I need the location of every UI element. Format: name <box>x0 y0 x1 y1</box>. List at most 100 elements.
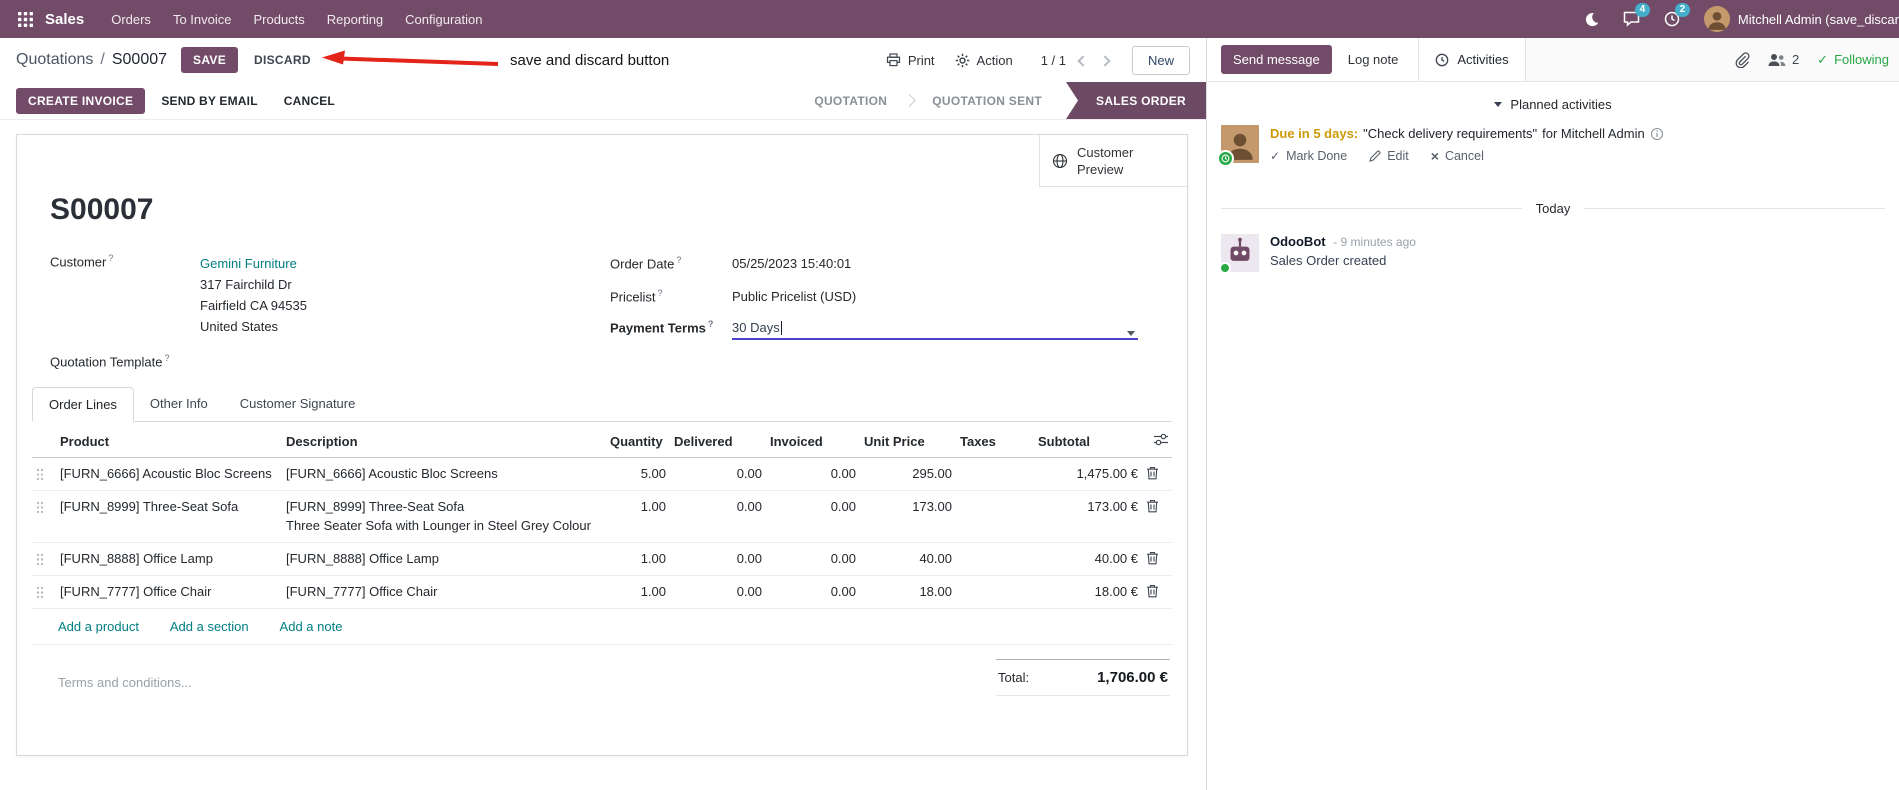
menu-configuration[interactable]: Configuration <box>394 1 493 38</box>
tab-other-info[interactable]: Other Info <box>134 387 224 421</box>
red-arrow-icon <box>322 50 499 66</box>
cell-description[interactable]: [FURN_6666] Acoustic Bloc Screens <box>282 457 606 492</box>
following-button[interactable]: ✓ Following <box>1817 52 1889 68</box>
app-name[interactable]: Sales <box>45 11 84 28</box>
user-name: Mitchell Admin (save_discar <box>1737 11 1899 27</box>
add-a-section-link[interactable]: Add a section <box>170 619 249 634</box>
cell-quantity[interactable]: 5.00 <box>606 457 670 492</box>
planned-activities-toggle[interactable]: Planned activities <box>1221 97 1885 112</box>
cell-delivered[interactable]: 0.00 <box>670 457 766 492</box>
terms-and-conditions-input[interactable]: Terms and conditions... <box>58 675 192 696</box>
info-icon[interactable] <box>1650 127 1664 141</box>
menu-products[interactable]: Products <box>242 1 315 38</box>
order-line-row[interactable]: [FURN_7777] Office Chair [FURN_7777] Off… <box>32 575 1172 610</box>
order-line-row[interactable]: [FURN_6666] Acoustic Bloc Screens [FURN_… <box>32 457 1172 492</box>
send-message-button[interactable]: Send message <box>1221 45 1332 74</box>
action-button[interactable]: Action <box>945 47 1023 74</box>
chatter-message: OdooBot - 9 minutes ago Sales Order crea… <box>1219 222 1885 284</box>
cell-taxes[interactable] <box>956 575 1034 610</box>
trash-icon[interactable] <box>1142 542 1172 577</box>
order-line-row[interactable]: [FURN_8999] Three-Seat Sofa [FURN_8999] … <box>32 490 1172 544</box>
customer-link[interactable]: Gemini Furniture <box>200 256 297 271</box>
cell-product[interactable]: [FURN_6666] Acoustic Bloc Screens <box>56 457 282 492</box>
cell-description[interactable]: [FURN_8888] Office Lamp <box>282 542 606 577</box>
send-by-email-button[interactable]: SEND BY EMAIL <box>151 88 267 114</box>
payment-terms-input[interactable]: 30 Days <box>732 320 1138 341</box>
edit-activity-button[interactable]: Edit <box>1369 149 1409 163</box>
attach-files-paperclip-icon[interactable] <box>1734 51 1750 68</box>
dark-mode-moon-icon[interactable] <box>1584 12 1599 27</box>
annotation-text: save and discard button <box>510 51 670 69</box>
cell-quantity[interactable]: 1.00 <box>606 490 670 544</box>
drag-handle-icon[interactable] <box>32 575 56 610</box>
order-date-field[interactable]: 05/25/2023 15:40:01 <box>732 253 851 274</box>
gear-icon <box>955 53 969 67</box>
stage-quotation-sent[interactable]: QUOTATION SENT <box>916 82 1058 119</box>
drag-handle-icon[interactable] <box>32 457 56 492</box>
add-a-product-link[interactable]: Add a product <box>58 619 139 634</box>
cell-product[interactable]: [FURN_8999] Three-Seat Sofa <box>56 490 282 544</box>
trash-icon[interactable] <box>1142 575 1172 610</box>
user-menu[interactable]: Mitchell Admin (save_discar <box>1703 6 1899 32</box>
tab-activities[interactable]: Activities <box>1418 38 1526 81</box>
menu-reporting[interactable]: Reporting <box>316 1 394 38</box>
cell-unit-price[interactable]: 18.00 <box>860 575 956 610</box>
cell-product[interactable]: [FURN_8888] Office Lamp <box>56 542 282 577</box>
cell-invoiced[interactable]: 0.00 <box>766 575 860 610</box>
cell-unit-price[interactable]: 295.00 <box>860 457 956 492</box>
cell-unit-price[interactable]: 173.00 <box>860 490 956 544</box>
cell-delivered[interactable]: 0.00 <box>670 575 766 610</box>
optional-columns-icon[interactable] <box>1142 422 1172 459</box>
mark-done-button[interactable]: ✓ Mark Done <box>1270 149 1347 163</box>
tab-customer-signature[interactable]: Customer Signature <box>224 387 372 421</box>
cell-description[interactable]: [FURN_7777] Office Chair <box>282 575 606 610</box>
cell-description[interactable]: [FURN_8999] Three-Seat Sofa Three Seater… <box>282 490 606 544</box>
menu-orders[interactable]: Orders <box>100 1 162 38</box>
drag-handle-icon[interactable] <box>32 542 56 577</box>
trash-icon[interactable] <box>1142 490 1172 544</box>
cell-quantity[interactable]: 1.00 <box>606 575 670 610</box>
apps-grid-icon[interactable] <box>12 8 39 31</box>
cancel-activity-button[interactable]: × Cancel <box>1431 149 1484 163</box>
drag-handle-icon[interactable] <box>32 490 56 544</box>
order-line-row[interactable]: [FURN_8888] Office Lamp [FURN_8888] Offi… <box>32 542 1172 577</box>
print-button[interactable]: Print <box>876 47 945 74</box>
field-help-marker: ? <box>164 353 170 363</box>
add-a-note-link[interactable]: Add a note <box>280 619 343 634</box>
save-button[interactable]: SAVE <box>181 47 239 73</box>
cell-taxes[interactable] <box>956 457 1034 492</box>
pricelist-field[interactable]: Public Pricelist (USD) <box>732 286 856 307</box>
cell-quantity[interactable]: 1.00 <box>606 542 670 577</box>
breadcrumb-quotations[interactable]: Quotations <box>16 51 93 69</box>
cell-invoiced[interactable]: 0.00 <box>766 542 860 577</box>
stage-sales-order[interactable]: SALES ORDER <box>1066 82 1206 119</box>
cell-unit-price[interactable]: 40.00 <box>860 542 956 577</box>
tab-order-lines[interactable]: Order Lines <box>32 387 134 423</box>
log-note-button[interactable]: Log note <box>1348 52 1399 67</box>
cell-taxes[interactable] <box>956 490 1034 544</box>
cell-invoiced[interactable]: 0.00 <box>766 457 860 492</box>
dropdown-caret-icon[interactable] <box>1127 324 1135 339</box>
trash-icon[interactable] <box>1142 457 1172 492</box>
activities-clock-icon[interactable]: 2 <box>1664 3 1690 27</box>
customer-preview-button[interactable]: Customer Preview <box>1039 135 1187 187</box>
pager-next-icon[interactable] <box>1094 47 1116 74</box>
cell-product[interactable]: [FURN_7777] Office Chair <box>56 575 282 610</box>
cell-invoiced[interactable]: 0.00 <box>766 490 860 544</box>
create-invoice-button[interactable]: CREATE INVOICE <box>16 87 146 114</box>
cancel-button[interactable]: CANCEL <box>274 88 345 114</box>
messages-bubble-icon[interactable]: 4 <box>1623 3 1650 27</box>
menu-to-invoice[interactable]: To Invoice <box>162 1 243 38</box>
quotation-template-label: Quotation Template? <box>50 353 170 370</box>
stage-quotation[interactable]: QUOTATION <box>798 82 903 119</box>
breadcrumb-current: S00007 <box>111 51 168 68</box>
discard-button[interactable]: DISCARD <box>244 47 321 73</box>
cell-taxes[interactable] <box>956 542 1034 577</box>
new-button[interactable]: New <box>1131 45 1190 75</box>
field-help-marker: ? <box>676 254 682 265</box>
cell-delivered[interactable]: 0.00 <box>670 490 766 544</box>
pager-previous-icon[interactable] <box>1072 47 1094 74</box>
followers-button[interactable]: 2 <box>1768 52 1799 67</box>
breadcrumb: Quotations / S00007 <box>16 51 167 69</box>
cell-delivered[interactable]: 0.00 <box>670 542 766 577</box>
